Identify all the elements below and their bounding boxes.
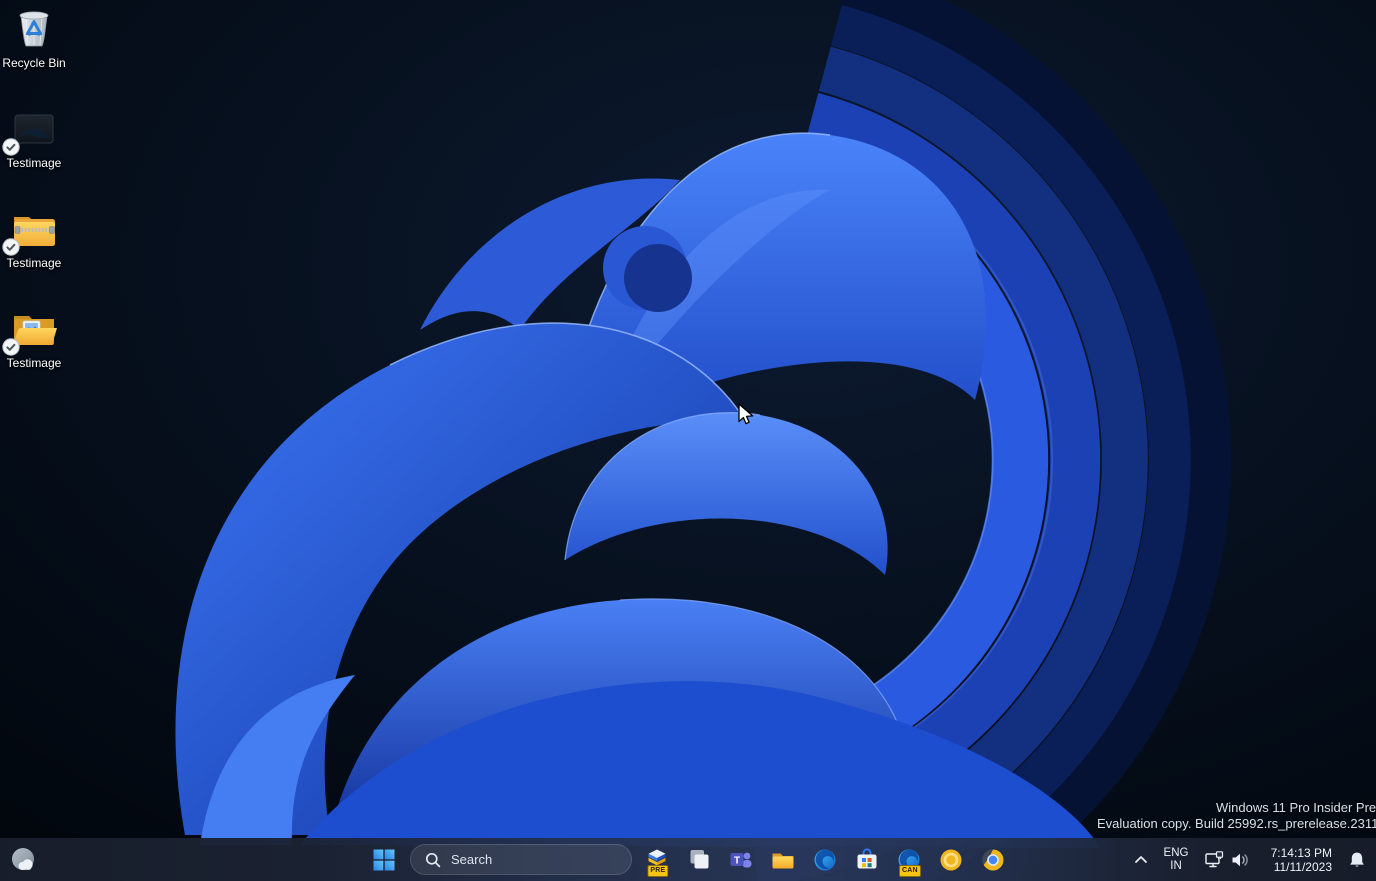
taskbar-app-store[interactable] — [850, 842, 884, 878]
desktop-icon-recycle-bin[interactable]: Recycle Bin — [1, 4, 67, 100]
start-button[interactable] — [366, 842, 402, 878]
tray-overflow-button[interactable] — [1130, 844, 1152, 876]
search-input[interactable]: Search — [410, 844, 632, 875]
search-placeholder: Search — [451, 852, 492, 867]
image-file-icon — [14, 114, 54, 144]
volume-icon — [1231, 852, 1250, 868]
widgets-button[interactable] — [4, 842, 44, 877]
weather-widgets-icon — [10, 846, 38, 874]
chrome-dev-icon — [980, 847, 1006, 873]
desktop-icon-label: Testimage — [7, 357, 62, 370]
taskbar-app-edge[interactable] — [808, 842, 842, 878]
sync-status-icon — [2, 238, 20, 256]
svg-text:T: T — [734, 855, 740, 866]
edge-icon — [812, 847, 838, 873]
recycle-bin-icon — [13, 6, 55, 52]
sync-status-icon — [2, 138, 20, 156]
teams-icon: T — [728, 847, 754, 873]
preview-badge: PRE — [647, 865, 668, 877]
start-icon — [372, 848, 396, 872]
desktop-icon-label: Recycle Bin — [2, 57, 65, 70]
clock-date: 11/11/2023 — [1274, 860, 1332, 874]
taskbar-app-teams[interactable]: T — [724, 842, 758, 878]
language-indicator[interactable]: ENG IN — [1158, 842, 1194, 878]
chrome-canary-icon — [938, 847, 964, 873]
taskbar-app-chrome-dev[interactable] — [976, 842, 1010, 878]
desktop-icon-testimage-zip[interactable]: Testimage — [1, 204, 67, 300]
system-tray-network-volume[interactable] — [1200, 842, 1254, 878]
cursor-icon — [737, 403, 757, 427]
language-line2: IN — [1170, 860, 1182, 873]
network-icon — [1205, 851, 1225, 869]
taskbar-app-chrome-canary[interactable] — [934, 842, 968, 878]
sync-status-icon — [2, 338, 20, 356]
watermark-line1: Windows 11 Pro Insider Preview — [1216, 800, 1376, 815]
clock-time: 7:14:13 PM — [1271, 846, 1332, 860]
clock[interactable]: 7:14:13 PM 11/11/2023 — [1260, 842, 1336, 878]
file-explorer-icon — [770, 847, 796, 873]
desktop-icon-testimage-folder[interactable]: Testimage — [1, 304, 67, 400]
notification-center-button[interactable] — [1342, 842, 1372, 878]
notification-bell-icon — [1347, 850, 1367, 870]
desktop-icon-label: Testimage — [7, 157, 62, 170]
task-view-icon — [687, 847, 712, 872]
taskbar-app-edge-canary[interactable]: CAN — [892, 842, 926, 878]
desktop-icon-label: Testimage — [7, 257, 62, 270]
taskbar-app-task-view[interactable] — [682, 842, 716, 878]
watermark-line2: Evaluation copy. Build 25992.rs_prerelea… — [1097, 816, 1376, 831]
desktop-wallpaper — [0, 0, 1376, 881]
language-line1: ENG — [1164, 847, 1189, 860]
microsoft-store-icon — [854, 847, 880, 873]
taskbar: Search PRE T — [0, 838, 1376, 881]
search-icon — [425, 852, 441, 868]
canary-badge: CAN — [899, 865, 921, 877]
chevron-up-icon — [1134, 855, 1148, 864]
taskbar-app-files-preview[interactable]: PRE — [640, 842, 674, 878]
taskbar-app-file-explorer[interactable] — [766, 842, 800, 878]
desktop-icon-testimage-image[interactable]: Testimage — [1, 104, 67, 200]
